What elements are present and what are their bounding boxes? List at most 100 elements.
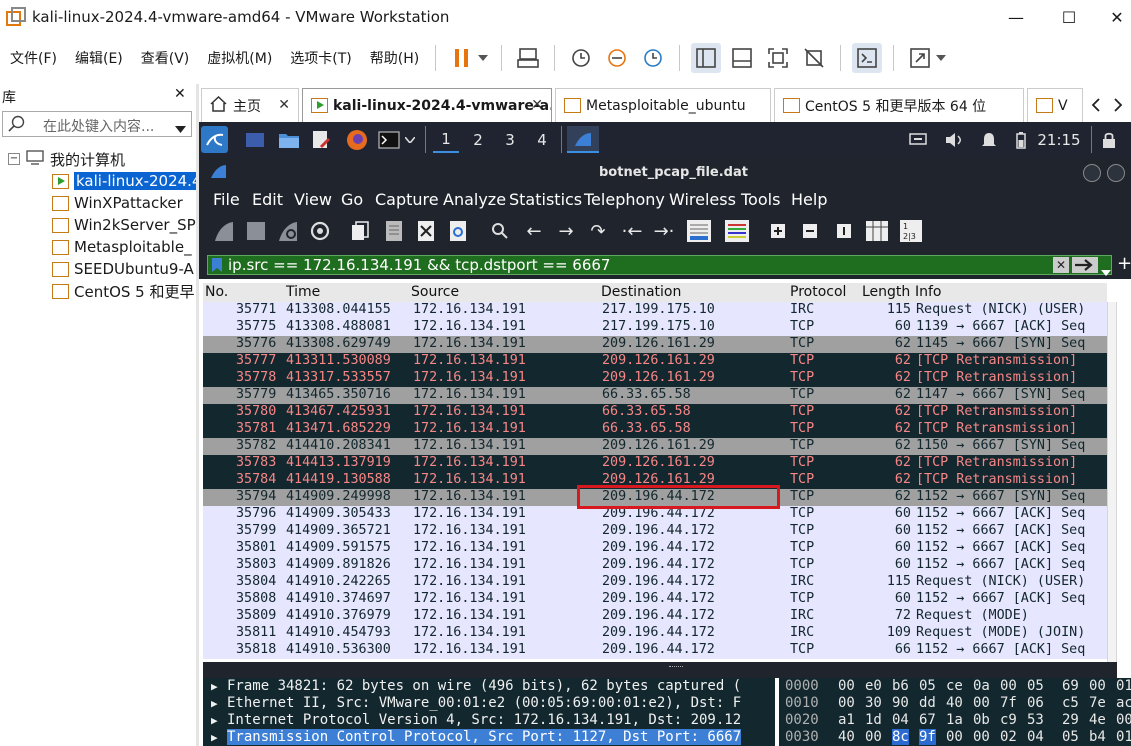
hex-byte[interactable]: ce (946, 678, 963, 694)
menu-help[interactable]: 帮助(H) (370, 48, 419, 68)
chevron-down-icon[interactable] (934, 43, 948, 73)
tab-overflow[interactable]: V (1027, 88, 1083, 122)
hex-byte[interactable]: ac (1116, 695, 1131, 711)
collapse-icon[interactable]: − (8, 153, 20, 165)
resize-columns-icon[interactable] (863, 218, 891, 244)
menu-edit[interactable]: 编辑(E) (75, 48, 123, 68)
ws-menu-statistics[interactable]: Statistics (509, 190, 582, 209)
tab-home[interactable]: 主页 ✕ (201, 88, 299, 122)
text-editor-icon[interactable] (309, 126, 333, 153)
folder-icon[interactable] (277, 126, 301, 153)
hex-byte[interactable]: dd (919, 695, 936, 711)
close-tab-icon[interactable]: ✕ (531, 97, 543, 113)
chevron-down-icon[interactable] (175, 121, 186, 137)
library-close-icon[interactable]: ✕ (174, 86, 186, 102)
detail-row[interactable]: ▶ Ethernet II, Src: VMware_00:01:e2 (00:0… (203, 695, 775, 712)
expand-arrow-icon[interactable]: ▶ (211, 714, 218, 727)
column-header[interactable]: Destination (601, 284, 681, 300)
hex-byte[interactable]: 9f (919, 729, 936, 745)
add-filter-button[interactable]: + (1117, 253, 1131, 274)
workspace-4[interactable]: 4 (529, 126, 555, 153)
wireshark-task-icon[interactable] (567, 126, 599, 153)
hex-byte[interactable]: 8c (892, 729, 909, 745)
hex-byte[interactable]: 7e (1089, 695, 1106, 711)
save-file-icon[interactable] (381, 218, 407, 244)
column-header[interactable]: Time (286, 284, 320, 300)
tab-scroll-right-icon[interactable] (1113, 98, 1123, 116)
close-file-icon[interactable] (413, 218, 439, 244)
hex-byte[interactable]: 69 (1062, 678, 1079, 694)
chevron-down-icon[interactable] (476, 43, 490, 73)
packet-row[interactable]: 35799 414909.365721 172.16.134.191 209.196.… (203, 523, 1107, 540)
hex-byte[interactable]: 05 (1062, 729, 1079, 745)
packet-row[interactable]: 35775 413308.488081 172.16.134.191 217.199.… (203, 319, 1107, 336)
ws-menu-file[interactable]: File (213, 190, 240, 209)
menu-view[interactable]: 查看(V) (141, 48, 190, 68)
hex-byte[interactable]: 00 (1089, 678, 1106, 694)
clear-filter-icon[interactable]: ✕ (1053, 257, 1069, 273)
hex-byte[interactable]: c5 (1062, 695, 1079, 711)
previous-packet-icon[interactable]: ← (521, 218, 547, 244)
packet-row[interactable]: 35809 414910.376979 172.16.134.191 209.196.… (203, 608, 1107, 625)
tree-item-centos[interactable]: CentOS 5 和更早 (52, 280, 195, 302)
packet-row[interactable]: 35781 413471.685229 172.16.134.191 66.33.65… (203, 421, 1107, 438)
packet-row[interactable]: 35782 414410.208341 172.16.134.191 209.126.… (203, 438, 1107, 455)
packet-row[interactable]: 35818 414910.536300 172.16.134.191 209.196.… (203, 642, 1107, 659)
hex-byte[interactable]: 02 (1000, 729, 1017, 745)
stretch-guest-icon[interactable] (905, 43, 935, 73)
column-header[interactable]: Length (862, 284, 910, 300)
ws-menu-telephony[interactable]: Telephony (584, 190, 665, 209)
terminal-icon[interactable] (377, 126, 401, 153)
snapshot-icon[interactable] (566, 43, 596, 73)
close-button[interactable]: ✕ (1094, 0, 1131, 34)
find-packet-icon[interactable] (487, 218, 513, 244)
restart-capture-icon[interactable] (275, 218, 301, 244)
capture-options-icon[interactable] (307, 218, 333, 244)
hex-byte[interactable]: c9 (1000, 712, 1017, 728)
minimize-button[interactable]: — (993, 0, 1039, 34)
stop-capture-icon[interactable] (243, 218, 269, 244)
hex-byte[interactable]: e0 (865, 678, 882, 694)
packet-row[interactable]: 35808 414910.374697 172.16.134.191 209.196.… (203, 591, 1107, 608)
tree-root[interactable]: − 我的计算机 (8, 148, 125, 170)
notification-bell-icon[interactable] (977, 126, 1001, 153)
workspace-2[interactable]: 2 (465, 126, 491, 153)
send-ctrl-alt-del-icon[interactable] (513, 43, 543, 73)
column-header[interactable]: Source (411, 284, 459, 300)
hex-byte[interactable]: 0b (973, 712, 990, 728)
menu-file[interactable]: 文件(F) (10, 48, 57, 68)
ws-menu-edit[interactable]: Edit (252, 190, 283, 209)
ws-menu-go[interactable]: Go (341, 190, 363, 209)
reload-file-icon[interactable] (445, 218, 471, 244)
go-to-packet-icon[interactable]: ↷ (585, 218, 611, 244)
hex-byte[interactable]: 00 (973, 695, 990, 711)
hex-byte[interactable]: 1a (946, 712, 963, 728)
hex-byte[interactable]: 00 (1116, 712, 1131, 728)
colorize-icon[interactable] (723, 218, 751, 244)
packet-row[interactable]: 35776 413308.629749 172.16.134.191 209.126.… (203, 336, 1107, 353)
next-packet-icon[interactable]: → (553, 218, 579, 244)
wireshark-minimize-button[interactable] (1083, 164, 1101, 182)
hex-byte[interactable]: 0a (973, 678, 990, 694)
tab-centos[interactable]: CentOS 5 和更早版本 64 位 (774, 88, 1024, 122)
hex-byte[interactable]: 05 (1027, 678, 1044, 694)
zoom-out-icon[interactable] (797, 218, 823, 244)
hex-byte[interactable]: b4 (1089, 729, 1106, 745)
workspace-switcher-icon[interactable] (243, 126, 267, 153)
wireshark-close-button[interactable] (1107, 164, 1125, 182)
library-search-input[interactable]: 在此处键入内容... (2, 111, 192, 137)
expand-arrow-icon[interactable]: ▶ (211, 680, 218, 693)
hex-byte[interactable]: 04 (892, 712, 909, 728)
maximize-button[interactable]: ☐ (1046, 0, 1092, 34)
tab-metasploitable[interactable]: Metasploitable_ubuntu (555, 88, 771, 122)
tree-item-kali[interactable]: kali-linux-2024.4 (52, 170, 196, 192)
hex-byte[interactable]: 1d (865, 712, 882, 728)
tab-kali[interactable]: kali-linux-2024.4-vmware-a... ✕ (302, 88, 552, 122)
expand-arrow-icon[interactable]: ▶ (211, 731, 218, 744)
hex-byte[interactable]: b6 (892, 678, 909, 694)
ws-menu-analyze[interactable]: Analyze (443, 190, 506, 209)
chevron-down-icon[interactable] (1101, 262, 1111, 280)
tree-item-win2k[interactable]: Win2kServer_SP (52, 214, 196, 236)
ws-menu-view[interactable]: View (294, 190, 332, 209)
hex-byte[interactable]: 90 (892, 695, 909, 711)
